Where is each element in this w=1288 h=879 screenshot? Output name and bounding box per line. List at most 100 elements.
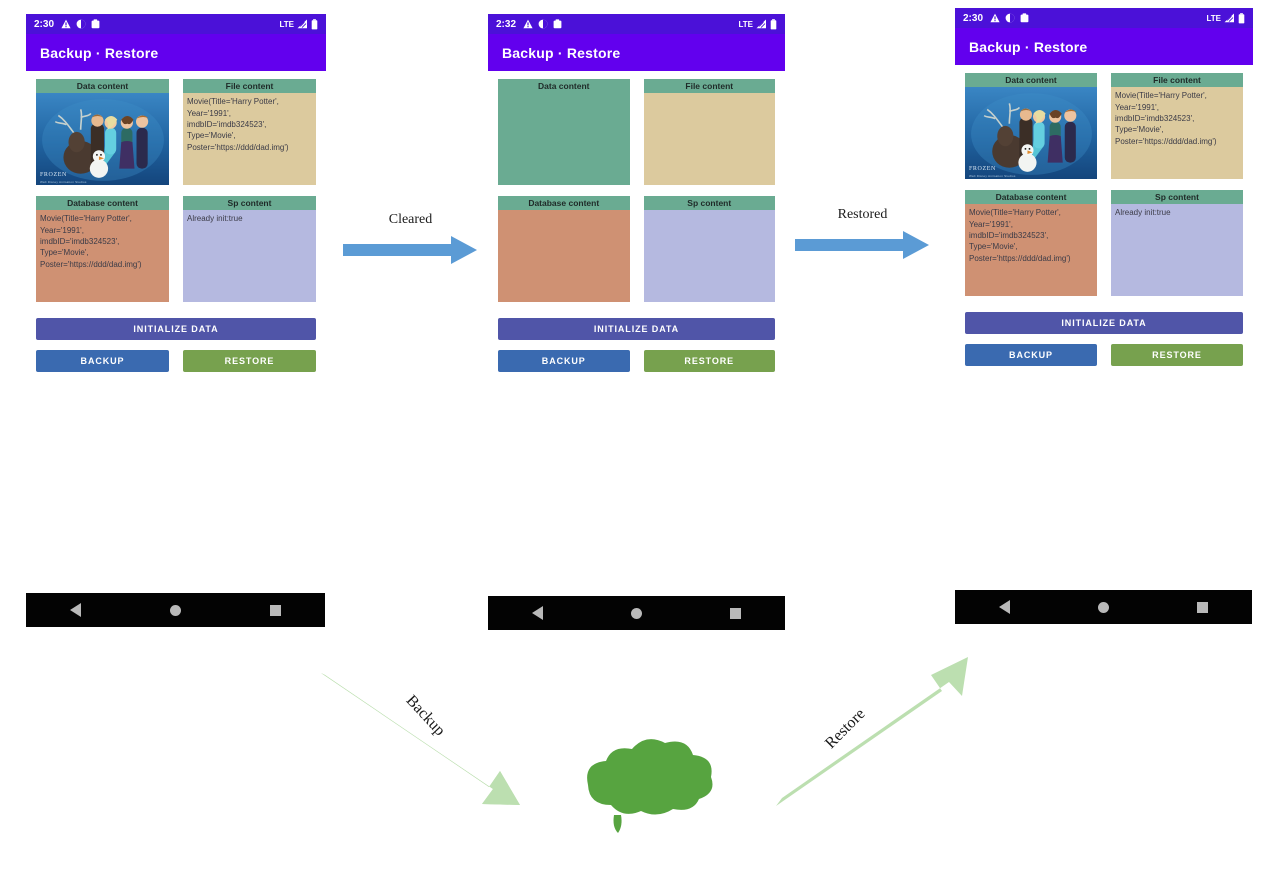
flow-restored-label: Restored [837,207,888,222]
status-bar: 2:30 LTE [955,8,1253,28]
status-left-icons [61,19,100,29]
card-body-file: Movie(Title='Harry Potter', Year='1991',… [1111,87,1243,180]
phone-cleared: 2:32 LTE Backup · Restore Data content F… [488,14,785,373]
status-left-icons [990,13,1029,23]
card-sp-content: Sp content Already init:true [1111,190,1243,297]
action-button-row: BACKUP RESTORE [498,350,775,373]
battery-icon [770,18,777,29]
card-header: Data content [965,73,1097,88]
home-icon[interactable] [631,607,642,619]
phone-screen: 2:30 LTE Backup · Restore Data content F… [955,8,1253,367]
status-right-icons: LTE [279,18,318,30]
warning-icon [990,13,1000,23]
app-bar: Backup · Restore [955,28,1253,65]
android-nav-bar [955,590,1252,624]
card-body-sp: Already init:true [183,210,316,303]
card-file-content: File content [643,79,775,186]
status-time: 2:30 [963,12,984,24]
app-bar: Backup · Restore [26,34,326,71]
backup-flow-label: Backup [402,692,449,740]
status-bar: 2:30 LTE [26,14,326,34]
movie-poster-image: FROZEN Walt Disney Animation Studios [965,87,1097,180]
status-bar: 2:32 LTE [488,14,785,34]
card-data-content: Data content [498,79,630,186]
home-icon[interactable] [169,604,181,616]
action-button-row: BACKUP RESTORE [36,350,316,373]
recents-icon[interactable] [730,607,741,619]
card-header: Data content [498,79,630,94]
poster-subtitle-text: Walt Disney Animation Studios [969,173,1016,178]
app-bar: Backup · Restore [488,34,785,71]
backup-button[interactable]: BACKUP [965,344,1097,367]
restore-button[interactable]: RESTORE [183,350,316,373]
recents-icon[interactable] [269,604,281,616]
card-header: Data content [36,79,169,94]
card-sp-content: Sp content Already init:true [183,196,316,303]
card-data-content: Data content [965,73,1097,180]
card-header: File content [1111,73,1243,88]
movie-poster-image: FROZEN Walt Disney Animation Studios [36,93,169,186]
flow-restored: Restored [795,207,930,265]
card-row-bottom: Database content Movie(Title='Harry Pott… [965,190,1243,297]
page-title: Backup · Restore [502,44,621,61]
poster-title-text: FROZEN [969,165,996,172]
android-nav-bar [26,593,325,627]
cloud-storage-icon [587,739,713,833]
back-icon[interactable] [70,603,82,617]
home-icon[interactable] [1098,601,1109,613]
card-header: Sp content [1111,190,1243,205]
back-icon[interactable] [999,600,1010,614]
status-left-icons [523,19,562,29]
network-label: LTE [279,19,294,29]
card-data-content: Data content [36,79,169,186]
card-header: File content [183,79,316,94]
backup-button[interactable]: BACKUP [498,350,630,373]
signal-icon [1224,13,1234,23]
card-body-sp: Already init:true [1111,204,1243,297]
card-body-database: Movie(Title='Harry Potter', Year='1991',… [36,210,169,303]
card-header: Sp content [183,196,316,211]
initialize-data-button[interactable]: INITIALIZE DATA [965,312,1243,335]
card-body-database: Movie(Title='Harry Potter', Year='1991',… [965,204,1097,297]
screenshot-icon [553,19,562,29]
card-body-database [498,210,630,303]
screenshot-icon [91,19,100,29]
signal-icon [756,19,766,29]
initialize-data-button[interactable]: INITIALIZE DATA [36,318,316,341]
status-right-icons: LTE [738,18,777,30]
arrow-right-icon [795,231,929,259]
page-title: Backup · Restore [969,38,1088,55]
battery-icon [311,18,318,29]
restore-flow-label: Restore [822,705,869,753]
do-not-disturb-icon [76,19,86,29]
card-header: Sp content [643,196,775,211]
restore-button[interactable]: RESTORE [1111,344,1243,367]
card-header: File content [643,79,775,94]
status-time: 2:30 [34,18,55,30]
card-row-top: Data content File content [498,79,775,186]
restore-arrow-icon [776,657,968,806]
back-icon[interactable] [532,606,543,620]
action-button-row: BACKUP RESTORE [965,344,1243,367]
backup-button[interactable]: BACKUP [36,350,169,373]
card-row-top: Data content FROZEN Walt Disney Animatio… [36,79,316,186]
card-body-file: Movie(Title='Harry Potter', Year='1991',… [183,93,316,186]
card-header: Database content [965,190,1097,205]
flow-cleared: Cleared [343,212,478,270]
page-title: Backup · Restore [40,44,159,61]
card-row-bottom: Database content Movie(Title='Harry Pott… [36,196,316,303]
network-label: LTE [738,19,753,29]
initialize-data-button[interactable]: INITIALIZE DATA [498,318,775,341]
signal-icon [297,19,307,29]
backup-restore-diagram [321,657,968,833]
recents-icon[interactable] [1197,601,1208,613]
phone-screen: 2:32 LTE Backup · Restore Data content F… [488,14,785,373]
restore-button[interactable]: RESTORE [643,350,775,373]
card-body-data: FROZEN Walt Disney Animation Studios [965,87,1097,180]
content-area: Data content FROZEN Walt Disney Animatio… [955,65,1253,367]
status-time: 2:32 [496,18,517,30]
card-body-data: FROZEN Walt Disney Animation Studios [36,93,169,186]
arrow-right-icon [343,236,477,264]
poster-subtitle-text: Walt Disney Animation Studios [40,179,87,184]
do-not-disturb-icon [1005,13,1015,23]
